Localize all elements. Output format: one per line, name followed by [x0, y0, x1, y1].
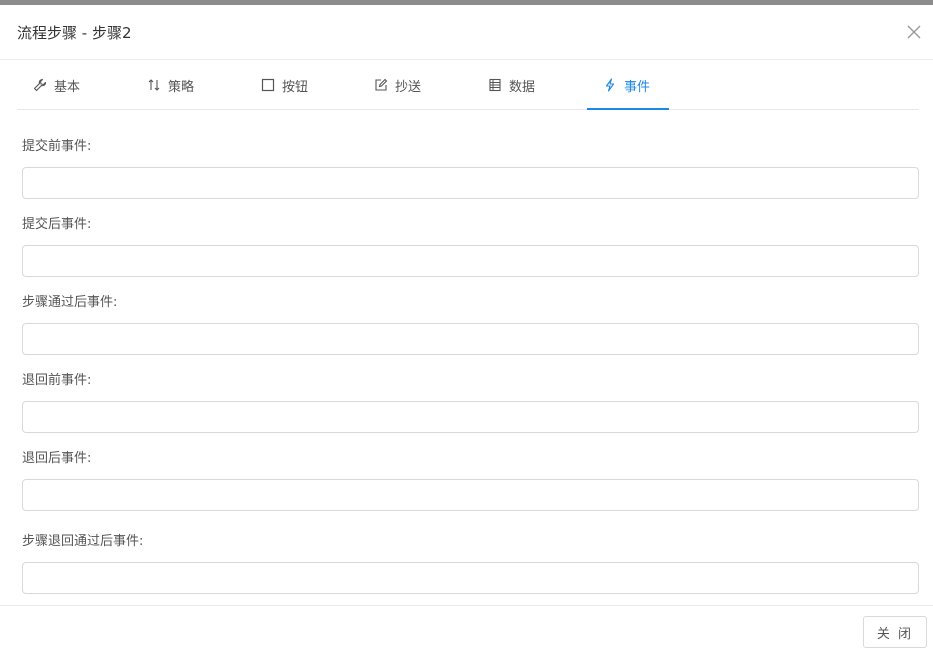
after-return-event-input[interactable] [22, 479, 919, 511]
close-button[interactable]: 关 闭 [863, 616, 927, 648]
field-label-after-return: 退回后事件: [22, 451, 92, 466]
tab-label: 数据 [509, 79, 536, 95]
field-label-after-pass: 步骤通过后事件: [22, 295, 118, 310]
after-submit-event-input[interactable] [22, 245, 919, 277]
before-submit-event-input[interactable] [22, 167, 919, 199]
tab-buttons[interactable]: 按钮 [261, 60, 308, 110]
tab-label: 策略 [168, 79, 195, 95]
before-return-event-input[interactable] [22, 401, 919, 433]
field-label-after-return-pass: 步骤退回通过后事件: [22, 534, 144, 549]
swap-icon [148, 79, 160, 91]
dialog-footer: 关 闭 [0, 605, 933, 652]
field-label-before-submit: 提交前事件: [22, 139, 92, 154]
after-pass-event-input[interactable] [22, 323, 919, 355]
field-label-before-return: 退回前事件: [22, 373, 92, 388]
close-icon[interactable] [905, 23, 923, 41]
tab-cc[interactable]: 抄送 [374, 60, 421, 110]
tab-strategy[interactable]: 策略 [147, 60, 194, 110]
active-tab-indicator [587, 108, 669, 110]
field-label-after-submit: 提交后事件: [22, 217, 92, 232]
dialog-header: 流程步骤 - 步骤2 [0, 5, 933, 60]
dialog-title: 流程步骤 - 步骤2 [17, 24, 132, 42]
tab-label: 基本 [54, 79, 81, 95]
table-icon [489, 78, 501, 92]
square-icon [261, 78, 275, 92]
tab-label: 按钮 [282, 79, 309, 95]
tab-basic[interactable]: 基本 [33, 60, 80, 110]
edit-icon [375, 78, 388, 91]
tab-label: 事件 [624, 79, 651, 95]
tab-bar: 基本 策略 按钮 抄送 数据 事件 [17, 60, 919, 110]
after-return-pass-event-input[interactable] [22, 562, 919, 594]
lightning-icon [605, 78, 615, 92]
tab-events[interactable]: 事件 [603, 60, 650, 110]
tab-data[interactable]: 数据 [488, 60, 535, 110]
wrench-icon [33, 78, 47, 92]
tab-label: 抄送 [395, 79, 422, 95]
